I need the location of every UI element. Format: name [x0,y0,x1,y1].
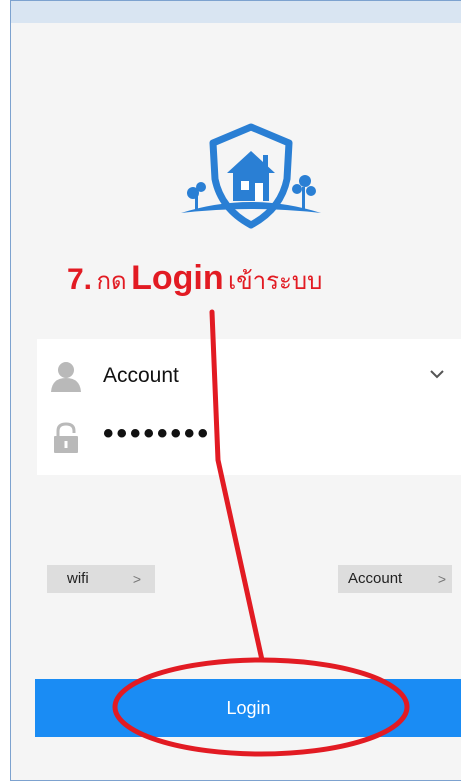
password-value: •••••••• [103,417,212,450]
account-value: Account [103,364,179,387]
chevron-right-icon: > [437,571,446,587]
user-icon [51,362,81,392]
annotation-keyword: Login [131,259,224,297]
password-field[interactable]: •••••••• [37,407,461,469]
login-button[interactable]: Login [35,679,461,737]
account-field[interactable]: Account [37,345,461,407]
status-bar [11,1,461,23]
account-register-button[interactable]: Account > [338,565,452,593]
wifi-button[interactable]: wifi > [47,565,155,593]
app-screen: 7. กด Login เข้าระบบ Account •••••••• wi… [10,0,461,781]
login-form: Account •••••••• [37,339,461,475]
lock-icon [54,422,78,453]
chevron-right-icon: > [132,571,141,587]
annotation-step: 7. [67,263,93,296]
shield-house-logo-icon [181,123,321,229]
wifi-label: wifi [67,570,89,587]
annotation-enter: เข้าระบบ [228,268,323,295]
instruction-annotation: 7. กด Login เข้าระบบ [67,259,322,300]
chevron-down-icon[interactable] [428,365,446,383]
annotation-press: กด [96,268,127,295]
account-link-label: Account [348,570,403,587]
